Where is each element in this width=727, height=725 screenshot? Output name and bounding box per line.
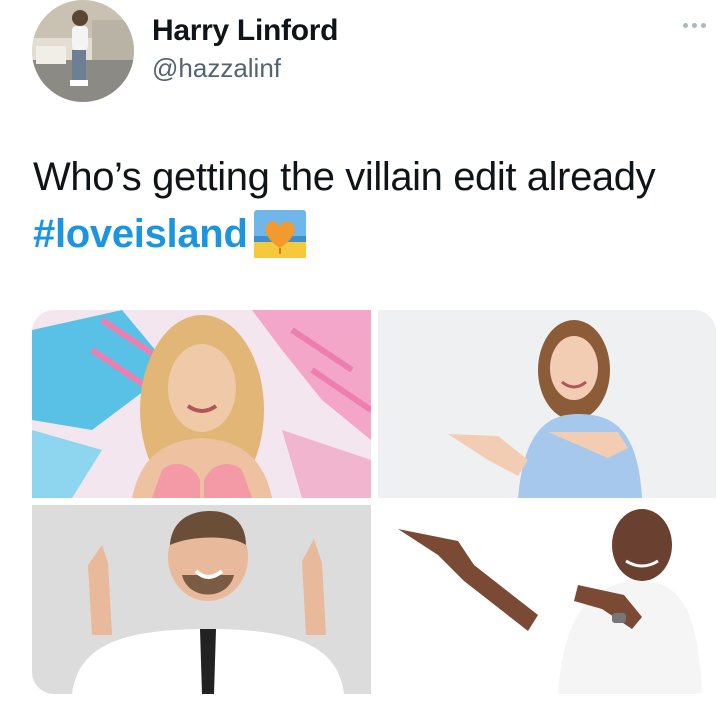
author-name[interactable]: Harry Linford: [152, 14, 338, 48]
author-handle[interactable]: @hazzalinf: [152, 53, 281, 84]
more-dots-icon[interactable]: [683, 18, 713, 32]
stock-photo-man-pointing-left[interactable]: [378, 505, 716, 694]
love-island-contestant-photo[interactable]: [32, 310, 371, 498]
hashtag-link[interactable]: #loveisland: [33, 212, 248, 257]
stock-photo-woman-pointing[interactable]: [378, 310, 716, 498]
tweet-text: Who’s getting the villain edit already: [33, 155, 656, 199]
stock-photo-man-pointing-up[interactable]: [32, 505, 371, 694]
avatar[interactable]: [32, 0, 134, 102]
love-island-heart-emoji-icon: [253, 210, 306, 258]
hashtag-line: #loveisland: [33, 210, 306, 258]
media-grid[interactable]: [32, 310, 716, 694]
